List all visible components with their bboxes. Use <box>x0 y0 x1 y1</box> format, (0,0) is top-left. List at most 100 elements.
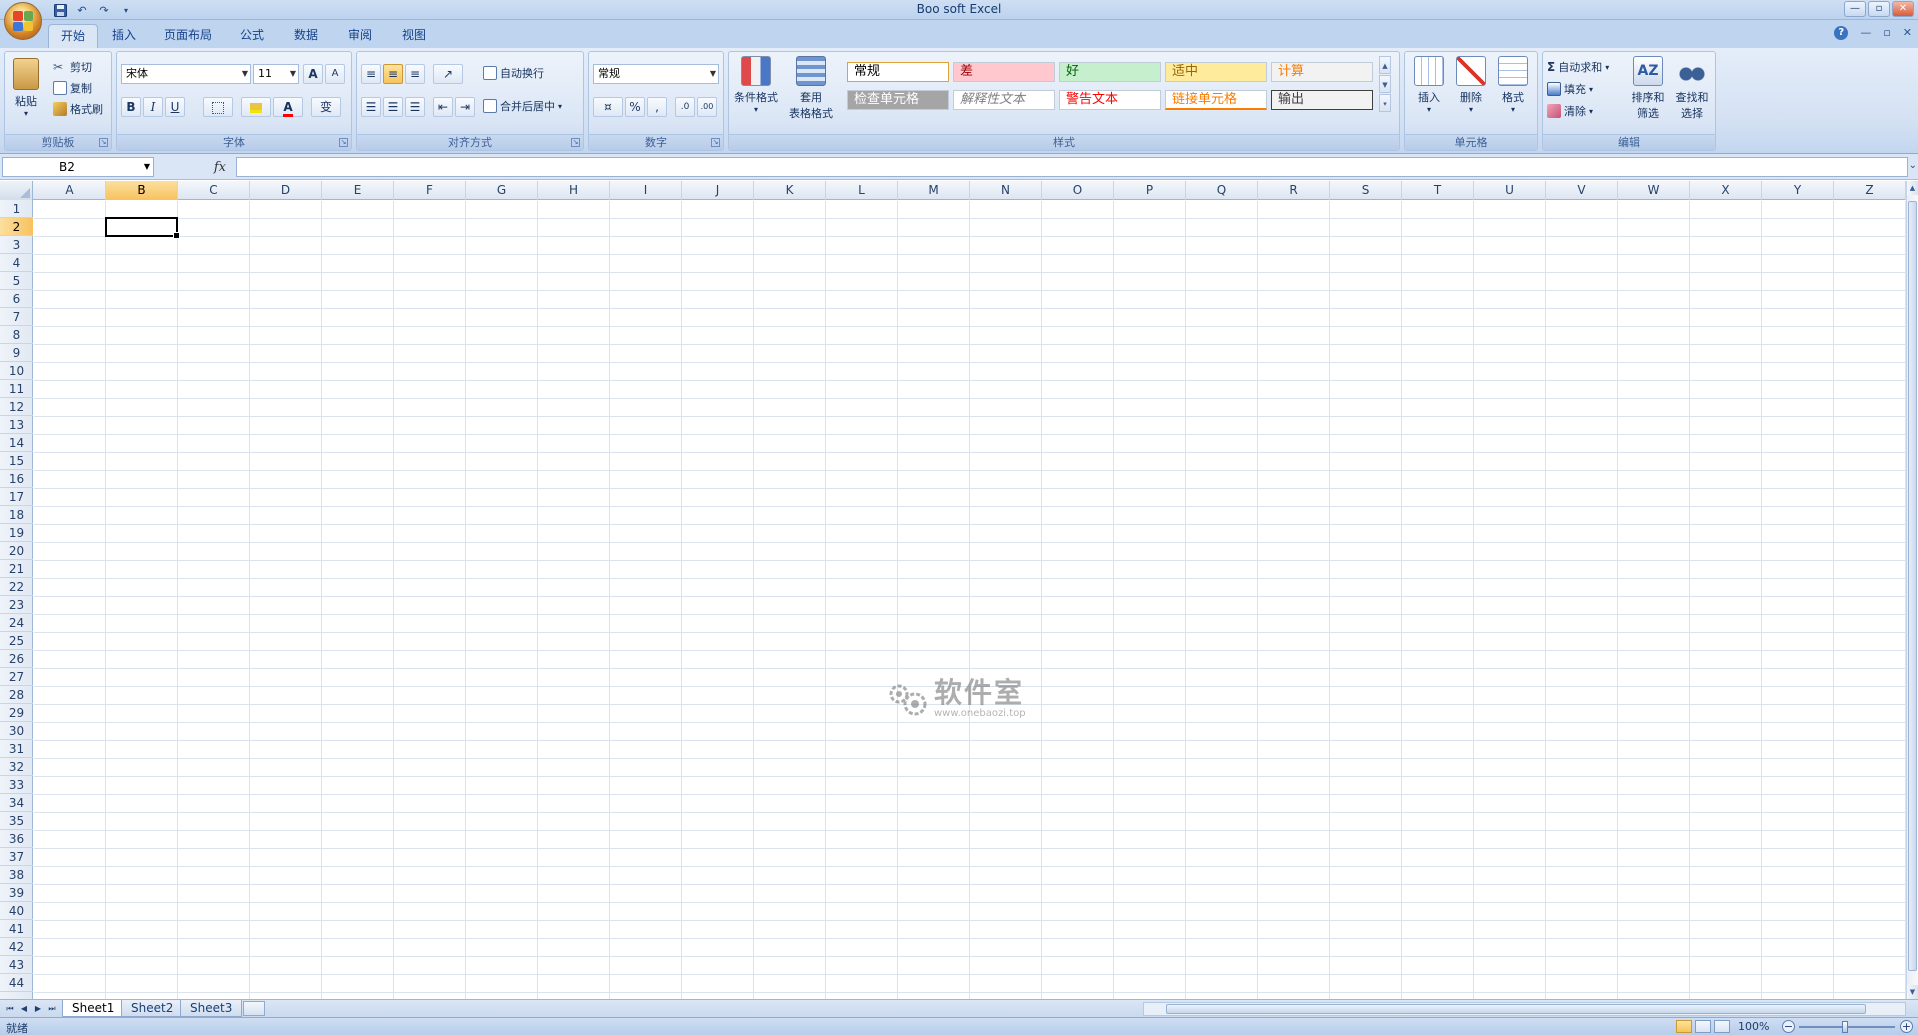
help-icon[interactable]: ? <box>1834 26 1849 40</box>
column-header[interactable]: Y <box>1762 181 1834 200</box>
fill-button[interactable]: 填充 ▾ <box>1547 80 1593 98</box>
row-header[interactable]: 15 <box>0 452 33 470</box>
maximize-icon[interactable]: ▫ <box>1868 1 1890 17</box>
align-right-button[interactable]: ☰ <box>405 97 425 117</box>
column-header[interactable]: O <box>1042 181 1114 200</box>
row-header[interactable]: 32 <box>0 758 33 776</box>
minimize-icon[interactable]: — <box>1844 1 1866 17</box>
insert-sheet-icon[interactable] <box>243 1001 265 1016</box>
row-header[interactable]: 19 <box>0 524 33 542</box>
style-output[interactable]: 输出 <box>1271 90 1373 110</box>
find-select-button[interactable]: 查找和 选择 <box>1671 56 1713 121</box>
sort-filter-button[interactable]: AZ 排序和 筛选 <box>1627 56 1669 121</box>
style-check-cell[interactable]: 检查单元格 <box>847 90 949 110</box>
align-bottom-button[interactable]: ≡ <box>405 64 425 84</box>
zoom-in-icon[interactable]: + <box>1900 1020 1913 1033</box>
column-header[interactable]: W <box>1618 181 1690 200</box>
redo-icon[interactable]: ↷ <box>96 2 112 18</box>
vertical-scroll-thumb[interactable] <box>1908 201 1917 971</box>
column-header[interactable]: L <box>826 181 898 200</box>
first-sheet-icon[interactable]: ⏮ <box>4 1002 16 1015</box>
row-header[interactable]: 10 <box>0 362 33 380</box>
shrink-font-button[interactable]: A <box>325 64 345 84</box>
column-header[interactable]: C <box>178 181 250 200</box>
italic-button[interactable]: I <box>143 97 163 117</box>
phonetic-button[interactable]: 变 <box>311 97 341 117</box>
row-header[interactable]: 3 <box>0 236 33 254</box>
page-break-view-icon[interactable] <box>1714 1020 1730 1033</box>
sheet-tab-sheet1[interactable]: Sheet1 <box>62 1000 125 1017</box>
sheet-tab-sheet2[interactable]: Sheet2 <box>121 1000 184 1017</box>
grow-font-button[interactable]: A <box>303 64 323 84</box>
column-header[interactable]: Q <box>1186 181 1258 200</box>
row-header[interactable]: 28 <box>0 686 33 704</box>
autosum-button[interactable]: Σ 自动求和 ▾ <box>1547 58 1609 76</box>
column-header[interactable]: Z <box>1834 181 1906 200</box>
align-center-button[interactable]: ☰ <box>383 97 403 117</box>
column-header[interactable]: H <box>538 181 610 200</box>
column-header[interactable]: I <box>610 181 682 200</box>
next-sheet-icon[interactable]: ▶ <box>32 1002 44 1015</box>
row-header[interactable]: 8 <box>0 326 33 344</box>
tab-page-layout[interactable]: 页面布局 <box>152 24 224 48</box>
row-header[interactable]: 34 <box>0 794 33 812</box>
row-header[interactable]: 2 <box>0 218 33 236</box>
format-as-table-button[interactable]: 套用 表格格式 <box>781 56 841 121</box>
column-header[interactable]: G <box>466 181 538 200</box>
tab-view[interactable]: 视图 <box>390 24 438 48</box>
row-header[interactable]: 24 <box>0 614 33 632</box>
column-header[interactable]: D <box>250 181 322 200</box>
align-middle-button[interactable]: ≡ <box>383 64 403 84</box>
row-header[interactable]: 38 <box>0 866 33 884</box>
column-header[interactable]: M <box>898 181 970 200</box>
cell-area[interactable] <box>34 201 1906 999</box>
row-header[interactable]: 27 <box>0 668 33 686</box>
column-header[interactable]: P <box>1114 181 1186 200</box>
row-header[interactable]: 37 <box>0 848 33 866</box>
row-header[interactable]: 20 <box>0 542 33 560</box>
format-cells-button[interactable]: 格式 ▾ <box>1493 56 1533 114</box>
column-header[interactable]: K <box>754 181 826 200</box>
row-header[interactable]: 18 <box>0 506 33 524</box>
column-header[interactable]: A <box>34 181 106 200</box>
scroll-up-icon[interactable]: ▲ <box>1907 181 1918 195</box>
row-header[interactable]: 22 <box>0 578 33 596</box>
style-neutral[interactable]: 适中 <box>1165 62 1267 82</box>
column-header[interactable]: N <box>970 181 1042 200</box>
format-painter-button[interactable]: 格式刷 <box>53 100 103 118</box>
tab-data[interactable]: 数据 <box>282 24 330 48</box>
row-header[interactable]: 41 <box>0 920 33 938</box>
tab-home[interactable]: 开始 <box>48 24 99 48</box>
insert-function-icon[interactable]: fx <box>214 160 226 175</box>
ribbon-close-icon[interactable]: ✕ <box>1903 26 1912 40</box>
underline-button[interactable]: U <box>165 97 185 117</box>
comma-button[interactable]: , <box>647 97 667 117</box>
row-header[interactable]: 44 <box>0 974 33 992</box>
select-all-corner[interactable] <box>0 181 33 200</box>
row-header[interactable]: 26 <box>0 650 33 668</box>
row-header[interactable]: 40 <box>0 902 33 920</box>
increase-decimal-button[interactable]: .0 <box>675 97 695 117</box>
clipboard-launcher-icon[interactable]: ↘ <box>99 138 108 147</box>
font-size-combo[interactable]: 11 ▼ <box>253 64 299 84</box>
ribbon-minimize-icon[interactable]: — <box>1860 26 1871 40</box>
customize-qat-icon[interactable]: ▾ <box>118 2 134 18</box>
row-header[interactable]: 11 <box>0 380 33 398</box>
cut-button[interactable]: ✂ 剪切 <box>53 58 92 76</box>
row-header[interactable]: 21 <box>0 560 33 578</box>
active-cell-b2[interactable] <box>105 217 180 239</box>
copy-button[interactable]: 复制 <box>53 79 92 97</box>
scroll-down-icon[interactable]: ▼ <box>1907 985 1918 999</box>
expand-formula-bar-icon[interactable]: ⌄ <box>1909 160 1917 171</box>
insert-cells-button[interactable]: 插入 ▾ <box>1409 56 1449 114</box>
styles-more-icon[interactable]: ▾ <box>1379 94 1391 112</box>
zoom-level[interactable]: 100% <box>1738 1020 1769 1033</box>
paste-button[interactable]: 粘贴 ▾ <box>9 58 43 118</box>
decrease-decimal-button[interactable]: .00 <box>697 97 717 117</box>
column-header[interactable]: J <box>682 181 754 200</box>
style-warning[interactable]: 警告文本 <box>1059 90 1161 110</box>
borders-button[interactable] <box>203 97 233 117</box>
row-header[interactable]: 4 <box>0 254 33 272</box>
alignment-launcher-icon[interactable]: ↘ <box>571 138 580 147</box>
style-explanatory[interactable]: 解释性文本 <box>953 90 1055 110</box>
